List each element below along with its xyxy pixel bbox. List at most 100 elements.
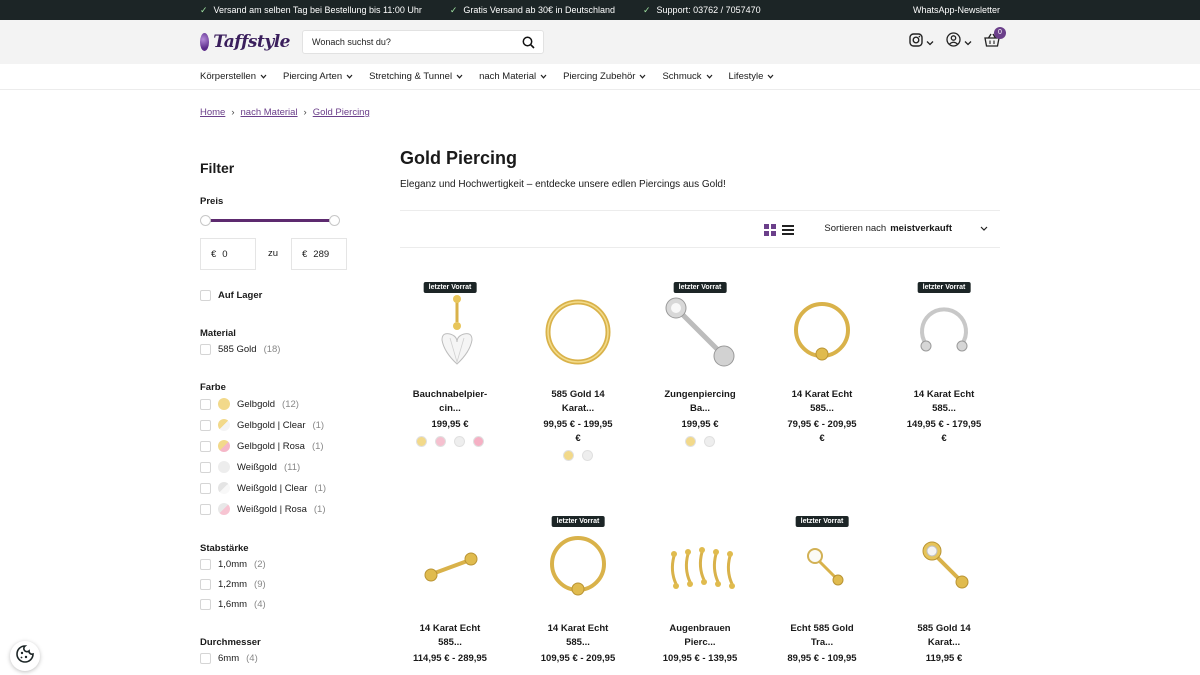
filter-option[interactable]: 585 Gold (18) xyxy=(200,344,280,355)
color-swatch[interactable] xyxy=(704,436,715,447)
product-name-cont[interactable]: Karat... xyxy=(928,637,960,648)
nav-item-stretching-tunnel[interactable]: Stretching & Tunnel xyxy=(369,71,463,82)
color-swatch[interactable] xyxy=(435,436,446,447)
checkbox[interactable] xyxy=(200,579,211,590)
filter-option[interactable]: 1,2mm (9) xyxy=(200,579,266,590)
product-card[interactable]: Augenbrauen Pierc... 109,95 € - 139,95 xyxy=(650,516,750,666)
product-name-cont[interactable]: 585... xyxy=(566,637,590,648)
price-max-input[interactable]: €289 xyxy=(291,238,347,270)
color-swatch[interactable] xyxy=(582,450,593,461)
cart-button[interactable]: 0 xyxy=(984,26,1006,52)
filter-option[interactable]: Weißgold (11) xyxy=(200,461,300,473)
product-card[interactable]: 585 Gold 14 Karat... 99,95 € - 199,95 € xyxy=(528,282,628,461)
product-name[interactable]: 14 Karat Echt xyxy=(792,389,853,400)
product-price: 149,95 € - 179,95 xyxy=(906,419,982,430)
cookie-settings-button[interactable] xyxy=(10,641,40,671)
filter-option[interactable]: 1,0mm (2) xyxy=(200,559,266,570)
product-card[interactable]: letzter Vorrat 14 Karat Echt 585... 109,9… xyxy=(528,516,628,666)
nav-item-piercing-zubehoer[interactable]: Piercing Zubehör xyxy=(563,71,646,82)
product-name[interactable]: 14 Karat Echt xyxy=(420,623,481,634)
product-image[interactable]: letzter Vorrat xyxy=(894,282,994,382)
filter-option[interactable]: Gelbgold | Clear (1) xyxy=(200,419,324,431)
breadcrumb-gold-piercing[interactable]: Gold Piercing xyxy=(313,107,370,118)
checkbox[interactable] xyxy=(200,290,211,301)
product-card[interactable]: 14 Karat Echt 585... 79,95 € - 209,95 € xyxy=(772,282,872,446)
checkbox[interactable] xyxy=(200,482,211,494)
product-name[interactable]: 14 Karat Echt xyxy=(914,389,975,400)
list-view-icon[interactable] xyxy=(782,223,794,241)
nav-item-nach-material[interactable]: nach Material xyxy=(479,71,547,82)
filter-option[interactable]: 1,6mm (4) xyxy=(200,599,266,610)
checkbox[interactable] xyxy=(200,559,211,570)
product-name[interactable]: Echt 585 Gold xyxy=(790,623,853,634)
nav-item-schmuck[interactable]: Schmuck xyxy=(662,71,712,82)
product-image[interactable] xyxy=(894,516,994,616)
in-stock-filter[interactable]: Auf Lager xyxy=(200,290,262,301)
product-card[interactable]: 14 Karat Echt 585... 114,95 € - 289,95 xyxy=(400,516,500,666)
account-menu[interactable] xyxy=(946,32,972,52)
filter-option[interactable]: Gelbgold | Rosa (1) xyxy=(200,440,324,452)
checkbox[interactable] xyxy=(200,503,211,515)
product-name[interactable]: Bauchnabelpier- xyxy=(413,389,487,400)
product-name-cont[interactable]: 585... xyxy=(438,637,462,648)
nav-item-koerperstellen[interactable]: Körperstellen xyxy=(200,71,267,82)
product-card[interactable]: letzter Vorrat Zungenpiercing Ba... 199,9… xyxy=(650,282,750,447)
site-logo[interactable]: Taffstyle xyxy=(200,32,290,52)
checkbox[interactable] xyxy=(200,344,211,355)
instagram-menu[interactable] xyxy=(909,32,934,52)
price-range-slider[interactable] xyxy=(200,215,340,226)
product-image[interactable] xyxy=(650,516,750,616)
filter-option[interactable]: 6mm (4) xyxy=(200,653,258,664)
product-image[interactable]: letzter Vorrat xyxy=(528,516,628,616)
product-name-cont[interactable]: cin... xyxy=(439,403,461,414)
checkbox[interactable] xyxy=(200,419,211,431)
product-image[interactable]: letzter Vorrat xyxy=(772,516,872,616)
filter-option[interactable]: Weißgold | Clear (1) xyxy=(200,482,326,494)
product-image[interactable]: letzter Vorrat xyxy=(650,282,750,382)
nav-item-lifestyle[interactable]: Lifestyle xyxy=(729,71,775,82)
product-name[interactable]: Augenbrauen xyxy=(669,623,730,634)
product-image[interactable]: letzter Vorrat xyxy=(400,282,500,382)
product-image[interactable] xyxy=(528,282,628,382)
nav-item-piercing-arten[interactable]: Piercing Arten xyxy=(283,71,353,82)
color-swatch[interactable] xyxy=(454,436,465,447)
color-swatch[interactable] xyxy=(563,450,574,461)
checkbox[interactable] xyxy=(200,398,211,410)
color-swatch[interactable] xyxy=(473,436,484,447)
product-name[interactable]: 14 Karat Echt xyxy=(548,623,609,634)
product-image[interactable] xyxy=(772,282,872,382)
product-name-cont[interactable]: Tra... xyxy=(811,637,833,648)
checkbox[interactable] xyxy=(200,653,211,664)
product-name[interactable]: 585 Gold 14 xyxy=(551,389,604,400)
color-swatch[interactable] xyxy=(685,436,696,447)
breadcrumb-nach-material[interactable]: nach Material xyxy=(241,107,298,118)
filter-option[interactable]: Weißgold | Rosa (1) xyxy=(200,503,326,515)
product-card[interactable]: 585 Gold 14 Karat... 119,95 € xyxy=(894,516,994,666)
product-card[interactable]: letzter Vorrat Echt 585 Gold Tra... 89,95… xyxy=(772,516,872,666)
price-to-label: zu xyxy=(268,248,279,259)
product-name-cont[interactable]: Karat... xyxy=(562,403,594,414)
price-min-handle[interactable] xyxy=(200,215,211,226)
product-name-cont[interactable]: Ba... xyxy=(690,403,710,414)
grid-view-icon[interactable] xyxy=(764,223,776,241)
color-swatch[interactable] xyxy=(416,436,427,447)
whatsapp-newsletter-link[interactable]: WhatsApp-Newsletter xyxy=(913,0,1000,20)
product-name-cont[interactable]: 585... xyxy=(932,403,956,414)
search-icon[interactable] xyxy=(522,36,535,54)
product-name-cont[interactable]: Pierc... xyxy=(684,637,715,648)
checkbox[interactable] xyxy=(200,461,211,473)
checkbox[interactable] xyxy=(200,440,211,452)
product-image[interactable] xyxy=(400,516,500,616)
product-card[interactable]: letzter Vorrat Bauchnabelpier-cin... 199… xyxy=(400,282,500,447)
product-card[interactable]: letzter Vorrat 14 Karat Echt 585... 149,9… xyxy=(894,282,994,446)
breadcrumb-home[interactable]: Home xyxy=(200,107,225,118)
product-name-cont[interactable]: 585... xyxy=(810,403,834,414)
sort-dropdown[interactable]: Sortieren nach meistverkauft xyxy=(824,223,988,234)
filter-option[interactable]: Gelbgold (12) xyxy=(200,398,299,410)
product-name[interactable]: 585 Gold 14 xyxy=(917,623,970,634)
price-max-handle[interactable] xyxy=(329,215,340,226)
product-name[interactable]: Zungenpiercing xyxy=(664,389,735,400)
search-input[interactable] xyxy=(312,37,512,47)
price-min-input[interactable]: €0 xyxy=(200,238,256,270)
checkbox[interactable] xyxy=(200,599,211,610)
